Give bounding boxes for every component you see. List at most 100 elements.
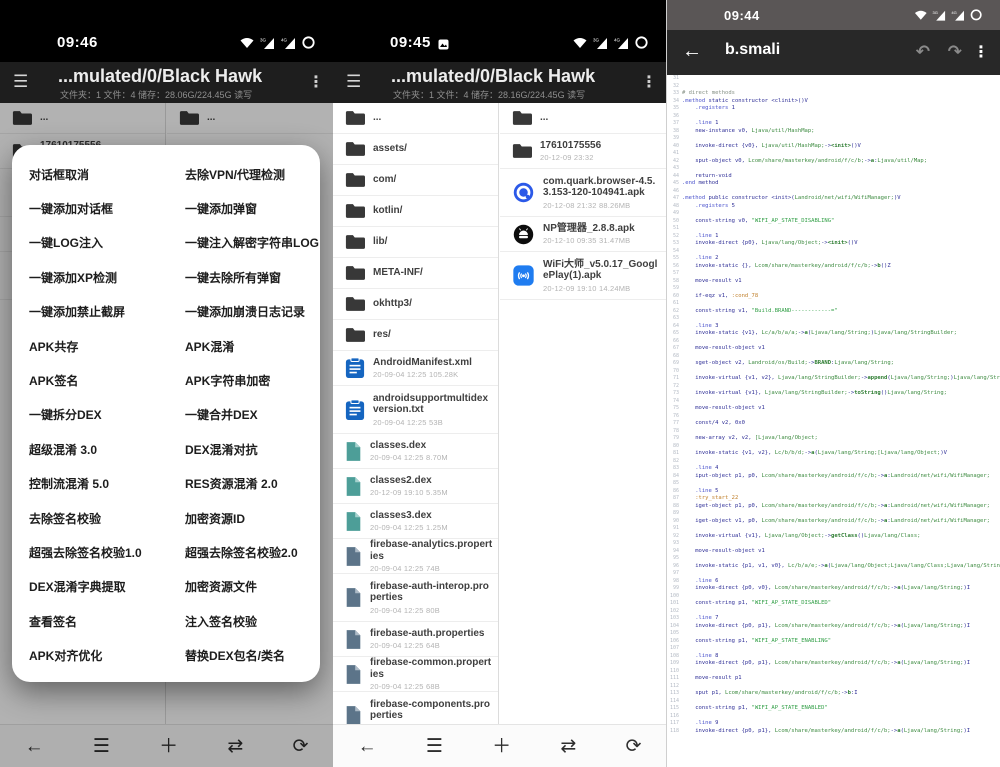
file-row[interactable]: firebase-common.properties20-09-04 12:25… [333,657,498,692]
file-row[interactable]: firebase-components.properties20-09-04 1… [333,692,498,725]
menu-hamburger-icon[interactable]: ☰ [13,73,28,90]
code-line: 32 [667,83,1000,91]
svg-text:3G: 3G [260,37,267,42]
code-line: 79 new-array v2, v2, [Ljava/lang/Object; [667,435,1000,443]
file-name: assets/ [373,143,407,155]
code-line: 36 [667,113,1000,121]
menu-item[interactable]: 一键添加对话框 [29,191,185,225]
menu-item[interactable]: 控制流混淆 5.0 [29,467,185,501]
file-meta: 20-09-04 12:25 1.25M [370,523,448,532]
folder-row[interactable]: lib/ [333,227,498,258]
menu-item[interactable]: 加密资源ID [185,501,320,535]
file-row[interactable]: classes3.dex20-09-04 12:25 1.25M [333,504,498,539]
menu-item[interactable]: DEX混淆字典提取 [29,570,185,604]
menu-item[interactable]: APK混淆 [185,329,320,363]
menu-item[interactable]: APK签名 [29,363,185,397]
folder-row[interactable]: res/ [333,320,498,351]
menu-item[interactable]: 一键添加崩溃日志记录 [185,295,320,329]
menu-item[interactable]: 一键合并DEX [185,398,320,432]
file-row[interactable]: NP管理器_2.8.8.apk20-12-10 09:35 31.47MB [500,217,666,252]
back-icon[interactable]: ← [358,737,377,756]
menu-item[interactable]: 一键添加禁止截屏 [29,295,185,329]
menu-item[interactable]: DEX混淆对抗 [185,432,320,466]
code-line: 50 const-string v0, "WIFI_AP_STATE_DISAB… [667,218,1000,226]
app-header: ☰ ...mulated/0/Black Hawk 文件夹：1 文件：4 储存：… [0,62,333,103]
file-name: AndroidManifest.xml [373,357,472,369]
menu-item[interactable]: 一键LOG注入 [29,226,185,260]
overflow-menu-icon[interactable]: ⋮ [973,42,989,62]
code-line: 35 .registers 1 [667,105,1000,113]
menu-item[interactable]: 超强去除签名校验2.0 [185,535,320,569]
overflow-menu-icon[interactable]: ⋮ [641,72,657,92]
list-icon[interactable]: ☰ [426,737,443,756]
file-row[interactable]: WiFi大师_v5.0.17_GooglePlay(1).apk20-12-09… [500,252,666,300]
dex-icon [345,441,362,462]
menu-hamburger-icon[interactable]: ☰ [346,73,361,90]
folder-row[interactable]: assets/ [333,134,498,165]
code-line: 62 const-string v1, "Build.BRAND--------… [667,308,1000,316]
code-line: 48 .registers 5 [667,203,1000,211]
add-icon[interactable]: ＋ [492,737,511,756]
back-arrow-icon[interactable]: ← [682,40,702,63]
menu-item[interactable]: 去除VPN/代理检测 [185,157,320,191]
menu-item[interactable]: APK字符串加密 [185,363,320,397]
folder-row[interactable]: ... [333,103,498,134]
menu-item[interactable]: RES资源混淆 2.0 [185,467,320,501]
menu-item[interactable]: 注入签名校验 [185,604,320,638]
code-line: 117 .line 9 [667,720,1000,728]
folder-icon [345,141,365,157]
menu-item[interactable]: 去除签名校验 [29,501,185,535]
menu-item[interactable]: 一键添加弹窗 [185,191,320,225]
undo-icon[interactable]: ↶ [916,42,930,62]
code-line: 67 move-result-object v1 [667,345,1000,353]
file-row[interactable]: classes.dex20-09-04 12:25 8.70M [333,434,498,469]
menu-item[interactable]: 查看签名 [29,604,185,638]
menu-item[interactable]: 一键注入解密字符串LOG [185,226,320,260]
folder-row[interactable]: kotlin/ [333,196,498,227]
menu-item[interactable]: 超强去除签名校验1.0 [29,535,185,569]
current-path[interactable]: ...mulated/0/Black Hawk [58,66,262,87]
code-line: 70 [667,368,1000,376]
menu-item[interactable]: 对话框取消 [29,157,185,191]
right-pane: ...1761017555620-12-09 23:32com.quark.br… [500,103,666,725]
file-row[interactable]: AndroidManifest.xml20-09-04 12:25 105.28… [333,351,498,386]
file-row[interactable]: androidsupportmultidexversion.txt20-09-0… [333,386,498,434]
file-name: com/ [373,174,396,186]
folder-row[interactable]: META-INF/ [333,258,498,289]
folder-row[interactable]: ... [500,103,666,134]
status-bar: 09:45 3G4G [333,0,666,62]
code-line: 44 return-void [667,173,1000,181]
battery-circle-icon [635,36,648,49]
folder-icon [512,110,532,126]
code-line: 38 new-instance v0, Ljava/util/HashMap; [667,128,1000,136]
menu-item[interactable]: 替换DEX包名/类名 [185,638,320,672]
menu-item[interactable]: APK对齐优化 [29,638,185,672]
file-row[interactable]: firebase-analytics.properties20-09-04 12… [333,539,498,574]
menu-item[interactable]: APK共存 [29,329,185,363]
folder-row[interactable]: okhttp3/ [333,289,498,320]
code-line: 76 [667,413,1000,421]
file-name: classes2.dex [370,475,448,487]
menu-item[interactable]: 一键拆分DEX [29,398,185,432]
overflow-menu-icon[interactable]: ⋮ [308,72,324,92]
file-row[interactable]: classes2.dex20-12-09 19:10 5.35M [333,469,498,504]
dex-icon [345,511,362,532]
menu-item[interactable]: 一键添加XP检测 [29,260,185,294]
folder-row[interactable]: com/ [333,165,498,196]
clock: 09:45 [390,34,431,51]
folder-row[interactable]: 1761017555620-12-09 23:32 [500,134,666,169]
current-path[interactable]: ...mulated/0/Black Hawk [391,66,595,87]
code-line: 45.end method [667,180,1000,188]
status-icons: 3G4G [573,36,648,49]
menu-item[interactable]: 超级混淆 3.0 [29,432,185,466]
code-lines[interactable]: 31 32 33# direct methods34.method static… [667,75,1000,767]
file-row[interactable]: firebase-auth-interop.properties20-09-04… [333,574,498,622]
refresh-icon[interactable]: ⟳ [625,737,641,756]
file-row[interactable]: firebase-auth.properties20-09-04 12:25 6… [333,622,498,657]
redo-icon[interactable]: ↷ [948,42,962,62]
code-line: 51 [667,225,1000,233]
file-row[interactable]: com.quark.browser-4.5.3.153-120-104941.a… [500,169,666,217]
menu-item[interactable]: 一键去除所有弹窗 [185,260,320,294]
swap-panes-icon[interactable]: ⇄ [560,737,576,756]
menu-item[interactable]: 加密资源文件 [185,570,320,604]
